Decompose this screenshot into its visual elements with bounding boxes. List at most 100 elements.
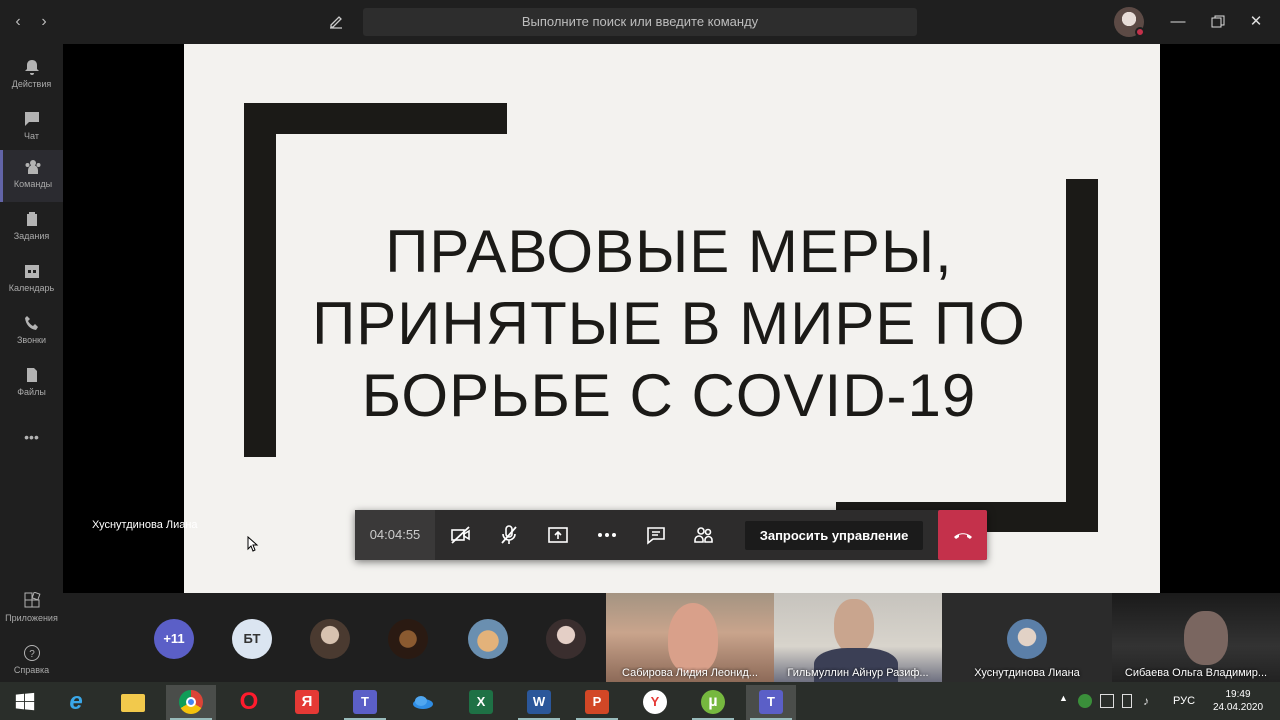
- tray-expand-icon[interactable]: ▲: [1059, 693, 1068, 703]
- rail-item-chat[interactable]: Чат: [0, 102, 63, 154]
- participant-tile[interactable]: Хуснутдинова Лиана: [942, 593, 1112, 682]
- participant-name: Хуснутдинова Лиана: [974, 667, 1080, 679]
- participant-avatar[interactable]: [546, 619, 586, 659]
- rail-label: Календарь: [8, 283, 55, 293]
- back-arrow-icon[interactable]: ‹: [6, 10, 30, 34]
- tray-volume-icon[interactable]: ♪: [1143, 694, 1157, 708]
- slide-frame-right: [1066, 179, 1098, 532]
- slide-title-line: ПРАВОВЫЕ МЕРЫ,: [385, 218, 953, 285]
- opera-icon[interactable]: O: [224, 685, 274, 720]
- help-icon: ?: [23, 645, 40, 661]
- utorrent-icon[interactable]: µ: [688, 685, 738, 720]
- presenter-name: Хуснутдинова Лиана: [92, 519, 198, 531]
- slide-title-line: БОРЬБЕ С COVID-19: [361, 362, 977, 429]
- slide-frame-left: [244, 103, 276, 457]
- powerpoint-icon[interactable]: P: [572, 685, 622, 720]
- participants-icon[interactable]: [692, 523, 716, 547]
- input-language[interactable]: РУС: [1173, 695, 1195, 707]
- tray-battery-icon[interactable]: [1122, 694, 1132, 708]
- rail-item-teams[interactable]: Команды: [0, 150, 63, 202]
- participant-strip: +11 БТ Сабирова Лидия Леонид... Гильмулл…: [63, 593, 1280, 682]
- calendar-icon: [24, 265, 39, 278]
- more-actions-icon[interactable]: [595, 523, 619, 547]
- participant-avatar: [1007, 619, 1047, 659]
- teams-icon-1[interactable]: T: [340, 685, 390, 720]
- call-timer: 04:04:55: [355, 510, 435, 560]
- participant-video-tile[interactable]: Гильмуллин Айнур Разиф...: [774, 593, 942, 682]
- rail-label: Команды: [13, 179, 53, 189]
- rail-item-files[interactable]: Файлы: [0, 358, 63, 410]
- participant-avatar[interactable]: [388, 619, 428, 659]
- chat-icon: [24, 112, 39, 126]
- video-face: [1184, 611, 1228, 665]
- overflow-participants-button[interactable]: +11: [154, 619, 194, 659]
- call-controls: 04:04:55 Запросить управление: [355, 510, 987, 560]
- yandex-icon[interactable]: Я: [282, 685, 332, 720]
- files-icon: [26, 368, 37, 382]
- request-control-button[interactable]: Запросить управление: [745, 521, 923, 550]
- tray-app-icon[interactable]: [1078, 694, 1092, 708]
- rail-label: Задания: [13, 231, 50, 241]
- participant-name: Гильмуллин Айнур Разиф...: [787, 667, 929, 679]
- rail-item-help[interactable]: ? Справка: [0, 636, 63, 688]
- minimize-icon[interactable]: —: [1158, 8, 1198, 36]
- excel-icon[interactable]: X: [456, 685, 506, 720]
- mic-off-icon[interactable]: [497, 523, 521, 547]
- clock-time: 19:49: [1225, 689, 1251, 700]
- ie-icon[interactable]: e: [51, 685, 101, 720]
- hang-up-button[interactable]: [938, 510, 987, 560]
- rail-item-apps[interactable]: Приложения: [0, 584, 63, 636]
- slide-title: ПРАВОВЫЕ МЕРЫ, ПРИНЯТЫЕ В МИРЕ ПО БОРЬБЕ…: [274, 216, 1064, 432]
- system-clock[interactable]: 19:49 24.04.2020: [1206, 688, 1270, 714]
- participant-video-tile[interactable]: Сибаева Ольга Владимир...: [1112, 593, 1280, 682]
- search-input[interactable]: Выполните поиск или введите команду: [363, 8, 917, 36]
- rail-label: Звонки: [16, 335, 47, 345]
- file-explorer-icon[interactable]: [108, 685, 158, 720]
- rail-item-activity[interactable]: Действия: [0, 50, 63, 102]
- windows-start-icon[interactable]: [0, 685, 50, 720]
- teams-icon-2[interactable]: T: [746, 685, 796, 720]
- participant-name: Сибаева Ольга Владимир...: [1124, 667, 1268, 679]
- slide-title-line: ПРИНЯТЫЕ В МИРЕ ПО: [312, 290, 1026, 357]
- rail-label: Приложения: [5, 613, 58, 623]
- mouse-cursor-icon: [247, 536, 259, 552]
- more-apps-button[interactable]: •••: [0, 422, 63, 474]
- participant-name: Сабирова Лидия Леонид...: [622, 667, 758, 679]
- rail-item-calls[interactable]: Звонки: [0, 306, 63, 358]
- teams-window: ‹ › Выполните поиск или введите команду …: [0, 0, 1280, 720]
- app-rail: Действия Чат Команды Задания Календарь З…: [0, 44, 63, 682]
- participant-initials-avatar[interactable]: БТ: [232, 619, 272, 659]
- windows-taskbar: e O Я T X W P Y µ T ▲ ♪ РУС 19:49 24.04.…: [0, 682, 1280, 720]
- rail-item-calendar[interactable]: Календарь: [0, 254, 63, 306]
- yandex-browser-icon[interactable]: Y: [630, 685, 680, 720]
- share-screen-icon[interactable]: [546, 523, 570, 547]
- svg-text:?: ?: [29, 649, 35, 660]
- assignments-icon: [26, 212, 37, 226]
- status-dot-icon: [1135, 27, 1145, 37]
- restore-icon[interactable]: [1198, 8, 1238, 36]
- tray-network-icon[interactable]: [1100, 694, 1114, 708]
- bell-icon: [24, 60, 39, 75]
- slide-frame-top: [244, 103, 507, 134]
- forward-arrow-icon[interactable]: ›: [32, 10, 56, 34]
- participant-video-tile[interactable]: Сабирова Лидия Леонид...: [606, 593, 774, 682]
- rail-label: Действия: [11, 79, 52, 89]
- word-icon[interactable]: W: [514, 685, 564, 720]
- camera-off-icon[interactable]: [449, 523, 473, 547]
- participant-avatar[interactable]: [468, 619, 508, 659]
- phone-icon: [24, 316, 38, 330]
- apps-icon: [24, 592, 40, 608]
- hang-up-icon: [954, 533, 972, 539]
- chrome-icon[interactable]: [166, 685, 216, 720]
- title-bar: ‹ › Выполните поиск или введите команду …: [0, 0, 1280, 44]
- onedrive-icon[interactable]: [398, 685, 448, 720]
- video-face: [668, 603, 718, 673]
- rail-label: Чат: [24, 131, 39, 141]
- rail-label: Справка: [13, 665, 50, 675]
- compose-icon[interactable]: [324, 10, 348, 34]
- close-icon[interactable]: ✕: [1236, 8, 1276, 36]
- clock-date: 24.04.2020: [1212, 702, 1264, 713]
- participant-avatar[interactable]: [310, 619, 350, 659]
- meeting-chat-icon[interactable]: [644, 523, 668, 547]
- rail-item-assignments[interactable]: Задания: [0, 202, 63, 254]
